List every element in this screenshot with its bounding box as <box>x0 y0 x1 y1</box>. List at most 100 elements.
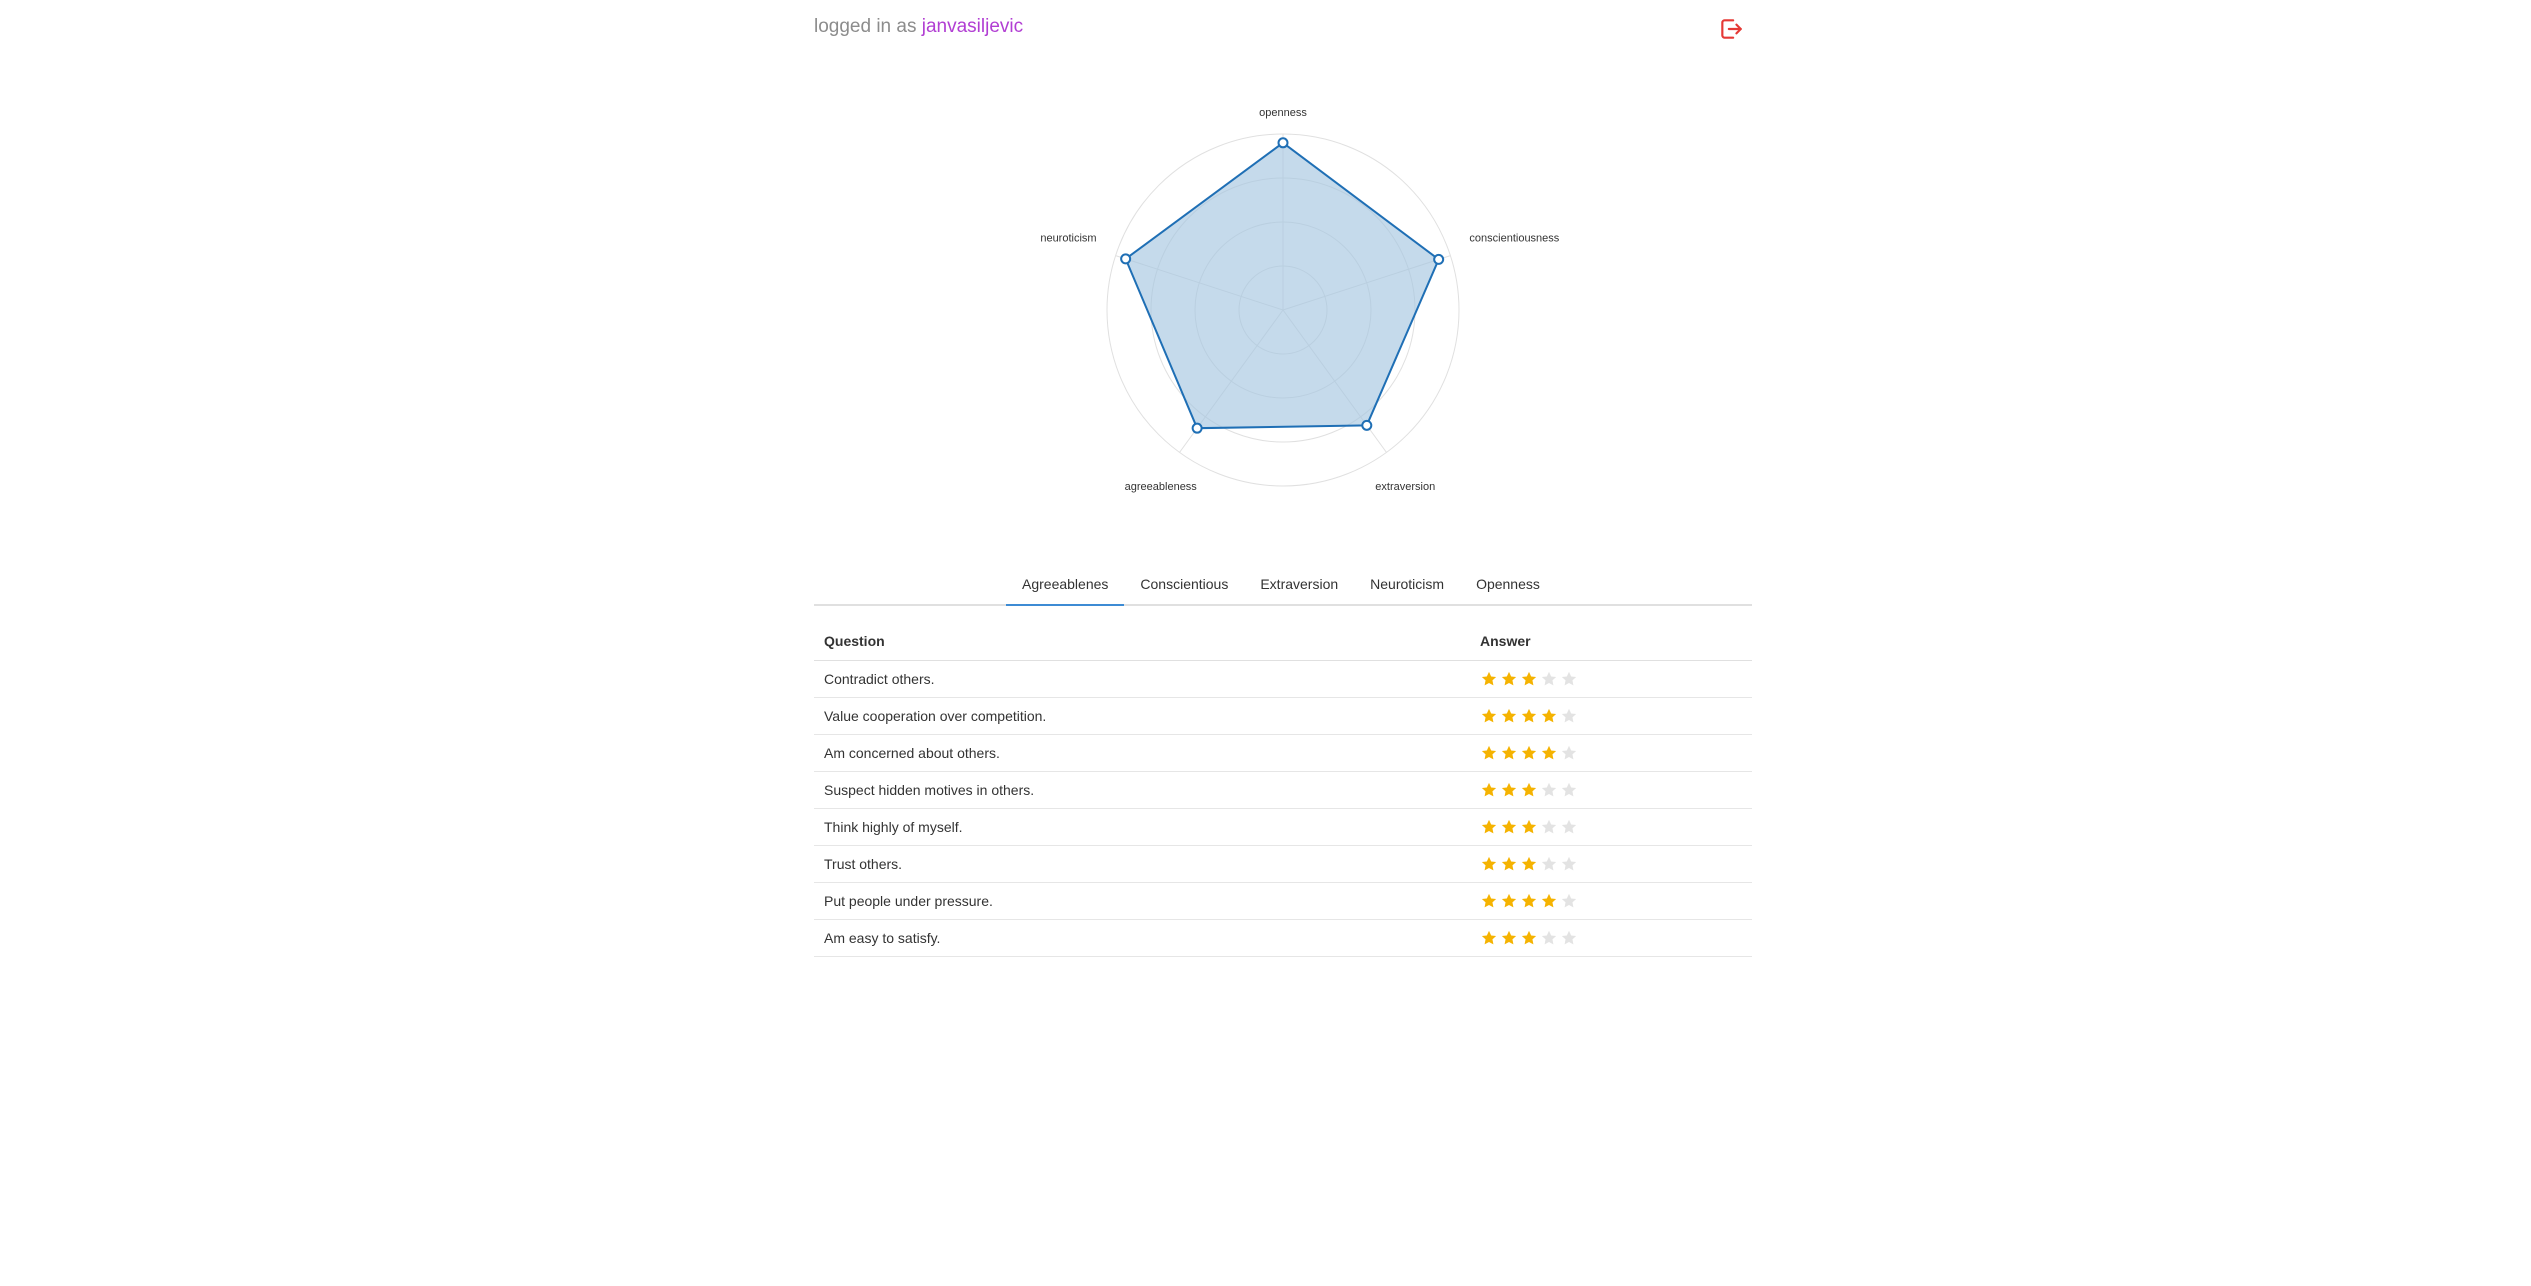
star-rating <box>1480 670 1742 688</box>
star-filled-icon <box>1480 892 1498 910</box>
tab-neuroticism[interactable]: Neuroticism <box>1354 564 1460 604</box>
table-row: Suspect hidden motives in others. <box>814 771 1752 809</box>
star-rating <box>1480 744 1742 762</box>
app-container: logged in as janvasiljevic openness consc… <box>814 0 1752 1286</box>
star-filled-icon <box>1520 670 1538 688</box>
radar-axis-label: conscientiousness <box>1469 232 1559 244</box>
radar-data-point <box>1361 419 1373 431</box>
star-filled-icon <box>1520 892 1538 910</box>
question-cell: Think highly of myself. <box>814 808 1470 846</box>
star-rating <box>1480 855 1742 873</box>
radar-chart: openness conscientiousness extraversion agr… <box>814 80 1752 510</box>
star-rating <box>1480 892 1742 910</box>
radar-data-point <box>1120 253 1132 265</box>
trait-tabs: Agreeablenes Conscientious Extraversion Neu… <box>814 564 1752 606</box>
star-filled-icon <box>1480 781 1498 799</box>
star-empty-icon <box>1560 670 1578 688</box>
table-body: Contradict others. Value cooperation over… <box>814 660 1752 957</box>
star-filled-icon <box>1500 855 1518 873</box>
star-filled-icon <box>1500 744 1518 762</box>
table-row: Think highly of myself. <box>814 808 1752 846</box>
star-filled-icon <box>1520 707 1538 725</box>
star-filled-icon <box>1520 744 1538 762</box>
star-empty-icon <box>1540 818 1558 836</box>
table-row: Contradict others. <box>814 660 1752 698</box>
column-header-answer: Answer <box>1470 622 1752 661</box>
answer-cell <box>1470 845 1752 883</box>
star-empty-icon <box>1560 818 1578 836</box>
star-filled-icon <box>1480 818 1498 836</box>
table-row: Trust others. <box>814 845 1752 883</box>
question-cell: Suspect hidden motives in others. <box>814 771 1470 809</box>
star-empty-icon <box>1560 781 1578 799</box>
answers-table: Question Answer Contradict others. Value … <box>814 622 1752 957</box>
star-filled-icon <box>1480 744 1498 762</box>
login-prefix: logged in as <box>814 16 917 37</box>
star-filled-icon <box>1500 929 1518 947</box>
star-filled-icon <box>1500 818 1518 836</box>
question-cell: Value cooperation over competition. <box>814 697 1470 735</box>
table-header-row: Question Answer <box>814 622 1752 661</box>
tab-agreeablenes[interactable]: Agreeablenes <box>1006 564 1125 606</box>
table-row: Am easy to satisfy. <box>814 919 1752 957</box>
tab-extraversion[interactable]: Extraversion <box>1244 564 1354 604</box>
question-cell: Contradict others. <box>814 660 1470 698</box>
answer-cell <box>1470 882 1752 920</box>
question-cell: Trust others. <box>814 845 1470 883</box>
answer-cell <box>1470 734 1752 772</box>
answer-cell <box>1470 771 1752 809</box>
radar-axis-label: openness <box>1259 107 1307 119</box>
answer-cell <box>1470 660 1752 698</box>
header: logged in as janvasiljevic <box>814 16 1752 56</box>
logout-icon[interactable] <box>1718 16 1748 46</box>
table-row: Am concerned about others. <box>814 734 1752 772</box>
radar-chart-svg: openness conscientiousness extraversion agr… <box>1040 107 1559 493</box>
star-filled-icon <box>1500 670 1518 688</box>
table-row: Put people under pressure. <box>814 882 1752 920</box>
star-filled-icon <box>1480 929 1498 947</box>
radar-data-point <box>1191 422 1203 434</box>
star-empty-icon <box>1560 929 1578 947</box>
star-rating <box>1480 781 1742 799</box>
star-filled-icon <box>1500 892 1518 910</box>
answer-cell <box>1470 919 1752 957</box>
star-empty-icon <box>1560 892 1578 910</box>
radar-axis-label: extraversion <box>1375 481 1435 493</box>
star-empty-icon <box>1540 855 1558 873</box>
star-empty-icon <box>1540 670 1558 688</box>
radar-axis-label: neuroticism <box>1040 232 1096 244</box>
star-rating <box>1480 929 1742 947</box>
star-empty-icon <box>1540 781 1558 799</box>
question-cell: Am concerned about others. <box>814 734 1470 772</box>
star-filled-icon <box>1520 781 1538 799</box>
star-rating <box>1480 818 1742 836</box>
star-filled-icon <box>1480 670 1498 688</box>
star-filled-icon <box>1540 892 1558 910</box>
tab-openness[interactable]: Openness <box>1460 564 1556 604</box>
table-row: Value cooperation over competition. <box>814 697 1752 735</box>
star-filled-icon <box>1500 707 1518 725</box>
star-filled-icon <box>1540 707 1558 725</box>
star-empty-icon <box>1560 707 1578 725</box>
star-filled-icon <box>1540 744 1558 762</box>
radar-axis-label: agreeableness <box>1125 481 1198 493</box>
star-filled-icon <box>1520 929 1538 947</box>
column-header-question: Question <box>814 622 1470 661</box>
star-filled-icon <box>1480 707 1498 725</box>
login-status: logged in as janvasiljevic <box>814 16 1023 38</box>
star-empty-icon <box>1540 929 1558 947</box>
star-filled-icon <box>1480 855 1498 873</box>
star-empty-icon <box>1560 744 1578 762</box>
star-filled-icon <box>1520 855 1538 873</box>
star-rating <box>1480 707 1742 725</box>
tab-conscientious[interactable]: Conscientious <box>1124 564 1244 604</box>
tab-list: Agreeablenes Conscientious Extraversion Neu… <box>1006 564 1556 606</box>
answer-cell <box>1470 697 1752 735</box>
star-filled-icon <box>1500 781 1518 799</box>
question-cell: Put people under pressure. <box>814 882 1470 920</box>
radar-data-point <box>1277 137 1289 149</box>
question-cell: Am easy to satisfy. <box>814 919 1470 957</box>
answer-cell <box>1470 808 1752 846</box>
star-empty-icon <box>1560 855 1578 873</box>
radar-data-point <box>1433 253 1445 265</box>
